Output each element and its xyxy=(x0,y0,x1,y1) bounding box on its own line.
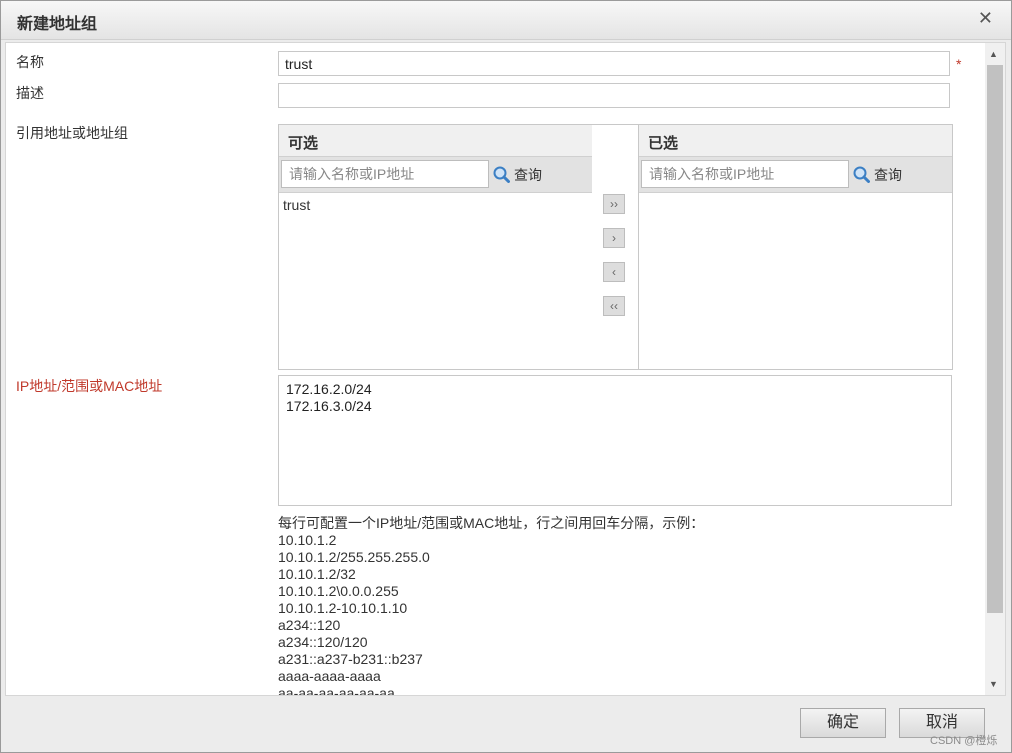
ip-entry: 172.16.3.0/24 xyxy=(286,398,372,414)
available-search-input[interactable] xyxy=(281,160,489,188)
new-address-group-dialog: 新建地址组 ✕ 名称 * 描述 引用地址或地址组 可选 查询 trust xyxy=(0,0,1012,753)
available-query-button[interactable]: 查询 xyxy=(493,165,542,186)
scroll-down-icon[interactable]: ▼ xyxy=(989,679,998,689)
help-text: 每行可配置一个IP地址/范围或MAC地址，行之间用回车分隔，示例： 10.10.… xyxy=(278,515,705,696)
transfer-controls: ›› › ‹ ‹‹ xyxy=(592,124,638,370)
search-icon xyxy=(493,166,510,186)
selected-panel: 已选 查询 xyxy=(638,124,953,370)
available-query-label: 查询 xyxy=(514,167,542,183)
help-intro: 每行可配置一个IP地址/范围或MAC地址，行之间用回车分隔，示例： xyxy=(278,515,705,531)
scroll-up-icon[interactable]: ▲ xyxy=(989,49,998,59)
remove-all-button[interactable]: ‹‹ xyxy=(603,296,625,316)
available-list: trust xyxy=(279,193,592,369)
help-example: a234::120/120 xyxy=(278,634,368,650)
selected-query-button[interactable]: 查询 xyxy=(853,165,902,186)
help-example: 10.10.1.2/255.255.255.0 xyxy=(278,549,430,565)
selected-list xyxy=(639,193,952,369)
help-example: a231::a237-b231::b237 xyxy=(278,651,423,667)
dialog-titlebar: 新建地址组 ✕ xyxy=(1,1,1011,40)
selected-search-input[interactable] xyxy=(641,160,849,188)
help-example: 10.10.1.2 xyxy=(278,532,337,548)
name-field[interactable] xyxy=(278,51,950,76)
help-example: 10.10.1.2/32 xyxy=(278,566,356,582)
description-label: 描述 xyxy=(16,85,44,101)
add-all-button[interactable]: ›› xyxy=(603,194,625,214)
name-label: 名称 xyxy=(16,54,44,70)
selected-header: 已选 xyxy=(639,125,952,157)
selected-search-bar: 查询 xyxy=(639,157,952,193)
remove-button[interactable]: ‹ xyxy=(603,262,625,282)
ip-address-textarea[interactable]: 172.16.2.0/24 172.16.3.0/24 xyxy=(278,375,952,506)
watermark: CSDN @橙烁 xyxy=(930,735,998,747)
help-example: 10.10.1.2\0.0.0.255 xyxy=(278,583,399,599)
help-example: 10.10.1.2-10.10.1.10 xyxy=(278,600,408,616)
reference-label: 引用地址或地址组 xyxy=(16,125,128,141)
scrollbar-thumb[interactable] xyxy=(987,65,1003,613)
vertical-scrollbar[interactable]: ▲ ▼ xyxy=(985,42,1006,696)
close-icon[interactable]: ✕ xyxy=(978,8,993,29)
help-example: aaaa-aaaa-aaaa xyxy=(278,668,381,684)
available-panel: 可选 查询 trust xyxy=(278,124,593,370)
dialog-content: 名称 * 描述 引用地址或地址组 可选 查询 trust ›› › ‹ xyxy=(5,42,987,696)
help-example: aa-aa-aa-aa-aa-aa xyxy=(278,685,395,696)
available-search-bar: 查询 xyxy=(279,157,592,193)
ok-button[interactable]: 确定 xyxy=(800,708,886,738)
add-button[interactable]: › xyxy=(603,228,625,248)
dialog-title: 新建地址组 xyxy=(17,16,98,33)
list-item[interactable]: trust xyxy=(283,197,588,213)
ip-range-mac-label: IP地址/范围或MAC地址 xyxy=(16,378,163,394)
help-example: a234::120 xyxy=(278,617,341,633)
search-icon xyxy=(853,166,870,186)
ip-entry: 172.16.2.0/24 xyxy=(286,381,372,397)
available-header: 可选 xyxy=(279,125,592,157)
required-mark: * xyxy=(956,56,962,72)
selected-query-label: 查询 xyxy=(874,167,902,183)
description-field[interactable] xyxy=(278,83,950,108)
